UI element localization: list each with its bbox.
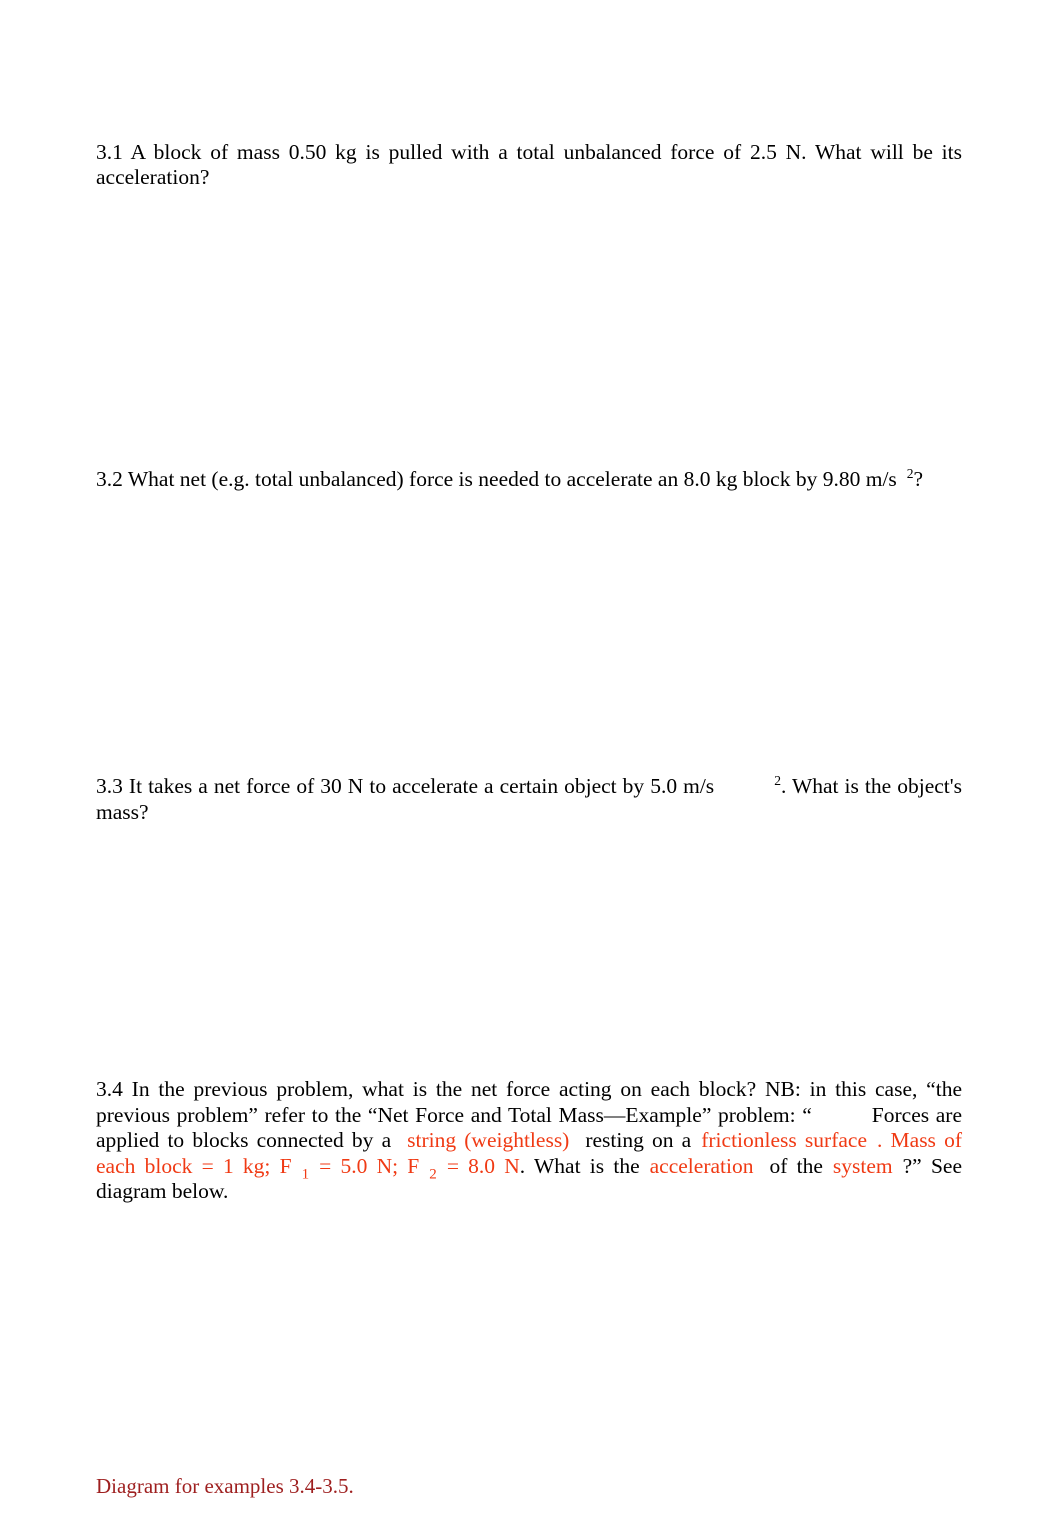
emphasis-frictionless-surface: frictionless surface (701, 1128, 867, 1152)
question-3-4-seg11: of the (769, 1153, 823, 1178)
answer-space-3-3 (96, 847, 962, 1056)
document-page: 3.1 A block of mass 0.50 kg is pulled wi… (0, 0, 1062, 1498)
question-3-4: 3.4 In the previous problem, what is the… (96, 1077, 962, 1205)
document-body: 3.1 A block of mass 0.50 kg is pulled wi… (96, 118, 962, 1520)
emphasis-system: system (832, 1153, 893, 1178)
question-3-2-lead: 3.2 What net (e.g. total unbalanced) for… (96, 466, 897, 491)
answer-space-3-1 (96, 212, 962, 445)
question-3-4-intro: 3.4 In the previous problem, what is the… (96, 1077, 962, 1127)
question-3-2-superscript: 2 (906, 465, 914, 481)
question-3-2-tail: ? (913, 466, 924, 491)
question-3-1: 3.1 A block of mass 0.50 kg is pulled wi… (96, 139, 962, 190)
question-3-3-lead: 3.3 It takes a net force of 30 N to acce… (96, 774, 715, 798)
question-3-3: 3.3 It takes a net force of 30 N to acce… (96, 774, 962, 825)
question-3-4-seg4: resting on a (585, 1128, 692, 1152)
emphasis-acceleration: acceleration (649, 1153, 754, 1178)
force-subscript-1: 1 (301, 1165, 310, 1182)
diagram-caption: Diagram for examples 3.4-3.5. (96, 1474, 354, 1498)
question-3-4-seg9: . What is the (519, 1153, 640, 1178)
force-subscript-2: 2 (429, 1165, 437, 1182)
emphasis-force-2-value: = 8.0 N (446, 1153, 520, 1178)
answer-space-3-2 (96, 514, 962, 753)
question-3-3-superscript: 2 (774, 772, 781, 788)
emphasis-string-weightless: string (weightless) (407, 1128, 570, 1152)
answer-space-3-4 (96, 1226, 962, 1453)
emphasis-force-1-value: = 5.0 N; F (319, 1153, 420, 1178)
question-3-2: 3.2 What net (e.g. total unbalanced) for… (96, 465, 962, 493)
